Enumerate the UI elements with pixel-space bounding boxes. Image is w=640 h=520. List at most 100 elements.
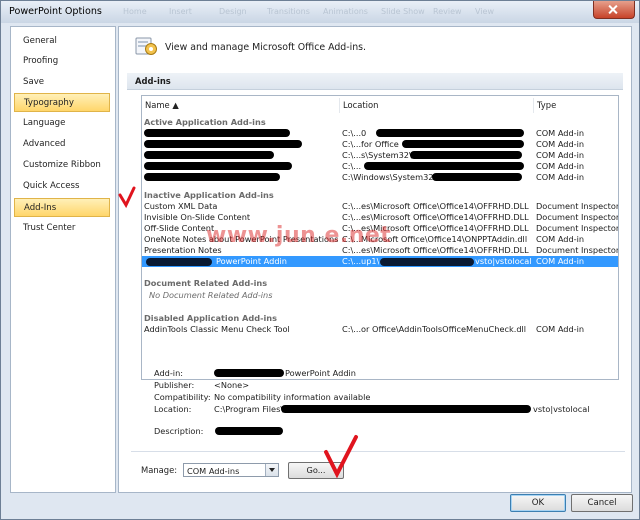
table-row[interactable]: OneNote Notes about PowerPoint Presentat…: [142, 234, 618, 245]
row-type: Document Inspector: [536, 223, 619, 233]
row-location: C:\...0: [342, 128, 367, 138]
manage-label: Manage:: [141, 465, 178, 475]
group-header-document: Document Related Add-ins: [144, 278, 268, 288]
column-header-type[interactable]: Type: [534, 98, 618, 113]
row-location: C:\...s\System32\: [342, 150, 412, 160]
close-button[interactable]: [593, 1, 635, 19]
row-type: Document Inspector: [536, 245, 619, 255]
redaction-mark: [144, 151, 274, 159]
column-header-location[interactable]: Location: [340, 98, 534, 113]
nav-item-trust-center[interactable]: Trust Center: [14, 219, 110, 238]
nav-item-proofing[interactable]: Proofing: [14, 52, 110, 71]
divider: [131, 451, 625, 452]
row-type: COM Add-in: [536, 256, 585, 266]
row-location: C:\...es\Microsoft Office\Office14\OFFRH…: [342, 245, 529, 255]
row-name: Invisible On-Slide Content: [144, 212, 251, 222]
section-title: Add-ins: [135, 76, 171, 86]
chevron-down-icon[interactable]: [265, 464, 278, 476]
table-row[interactable]: C:\...for Office COM Add-in: [142, 139, 618, 150]
redaction-mark: [432, 173, 522, 181]
table-row[interactable]: Presentation Notes C:\...es\Microsoft Of…: [142, 245, 618, 256]
redaction-mark: [376, 129, 524, 137]
group-header-active: Active Application Add-ins: [144, 117, 266, 127]
go-button[interactable]: Go...: [288, 462, 344, 479]
row-type: COM Add-in: [536, 324, 585, 334]
detail-value-location: C:\Program Files\: [214, 404, 284, 414]
row-name: PowerPoint Addin: [216, 256, 287, 266]
row-name: OneNote Notes about PowerPoint Presentat…: [144, 234, 338, 244]
nav-item-customize-ribbon[interactable]: Customize Ribbon: [14, 156, 110, 175]
redaction-mark: [144, 173, 280, 181]
nav-item-quick-access-toolbar[interactable]: Quick Access Toolbar: [14, 177, 110, 210]
ghost-tab: Animations: [323, 7, 368, 16]
redaction-mark: [146, 258, 212, 266]
ghost-tab: View: [475, 7, 494, 16]
manage-dropdown-value: COM Add-ins: [187, 466, 240, 476]
redaction-mark: [364, 162, 524, 170]
row-location: C:\...or Office\AddinToolsOfficeMenuChec…: [342, 324, 527, 334]
row-name: Custom XML Data: [144, 201, 218, 211]
detail-label-publisher: Publisher:: [154, 380, 195, 390]
table-row[interactable]: Custom XML Data C:\...es\Microsoft Offic…: [142, 201, 618, 212]
detail-value-publisher: <None>: [214, 380, 250, 390]
ghost-tab: Transitions: [267, 7, 310, 16]
manage-dropdown[interactable]: COM Add-ins: [183, 463, 279, 477]
row-location: C:\...es\Microsoft Office\Office14\OFFRH…: [342, 201, 529, 211]
nav-item-general[interactable]: General: [14, 32, 110, 51]
detail-label-location: Location:: [154, 404, 192, 414]
detail-label-description: Description:: [154, 426, 204, 436]
nav-item-save[interactable]: Save: [14, 73, 110, 92]
row-location: C:\Windows\System32\: [342, 172, 437, 182]
addins-panel: View and manage Microsoft Office Add-ins…: [118, 26, 632, 493]
row-location: C:\...for Office: [342, 139, 399, 149]
row-name: Off-Slide Content: [144, 223, 215, 233]
row-location-tail: vsto|vstolocal: [475, 256, 532, 266]
table-row[interactable]: Invisible On-Slide Content C:\...es\Micr…: [142, 212, 618, 223]
table-row[interactable]: C:\...s\System32\ COM Add-in: [142, 150, 618, 161]
addins-gear-icon: [135, 37, 157, 55]
panel-header-text: View and manage Microsoft Office Add-ins…: [165, 42, 367, 53]
row-type: COM Add-in: [536, 128, 585, 138]
detail-value-addin: PowerPoint Addin: [285, 368, 356, 378]
nav-item-language[interactable]: Language: [14, 114, 110, 133]
row-type: COM Add-in: [536, 150, 585, 160]
redaction-mark: [402, 140, 524, 148]
options-dialog: PowerPoint Options Home Insert Design Tr…: [0, 0, 640, 520]
row-type: COM Add-in: [536, 139, 585, 149]
detail-value-compatibility: No compatibility information available: [214, 392, 371, 402]
table-row-selected[interactable]: PowerPoint Addin C:\...up1\ vsto|vstoloc…: [142, 256, 618, 267]
row-type: Document Inspector: [536, 201, 619, 211]
table-row[interactable]: C:\... COM Add-in: [142, 161, 618, 172]
ok-button[interactable]: OK: [510, 494, 566, 512]
redaction-mark: [214, 369, 284, 377]
detail-value-location-tail: vsto|vstolocal: [533, 404, 590, 414]
row-location: C:\...Microsoft Office\Office14\ONPPTAdd…: [342, 234, 528, 244]
redaction-mark: [144, 162, 292, 170]
addins-list[interactable]: Name ▲ Location Type Active Application …: [141, 95, 619, 380]
nav-item-advanced[interactable]: Advanced: [14, 135, 110, 154]
cancel-button[interactable]: Cancel: [571, 494, 633, 512]
section-header: Add-ins: [127, 73, 623, 90]
row-type: COM Add-in: [536, 161, 585, 171]
ghost-tab: Design: [219, 7, 247, 16]
nav-item-add-ins[interactable]: Add-Ins: [14, 198, 110, 217]
empty-group-text: No Document Related Add-ins: [149, 290, 273, 300]
title-bar: PowerPoint Options Home Insert Design Tr…: [1, 1, 639, 23]
redaction-mark: [380, 258, 474, 266]
redaction-mark: [144, 140, 302, 148]
table-row[interactable]: C:\Windows\System32\ COM Add-in: [142, 172, 618, 183]
group-header-disabled: Disabled Application Add-ins: [144, 313, 277, 323]
table-row[interactable]: C:\...0 COM Add-in: [142, 128, 618, 139]
ghost-tab: Insert: [169, 7, 192, 16]
table-row[interactable]: AddinTools Classic Menu Check Tool C:\..…: [142, 324, 618, 335]
nav-item-typography[interactable]: Typography: [14, 93, 110, 112]
row-type: COM Add-in: [536, 172, 585, 182]
redaction-mark: [281, 405, 531, 413]
row-location: C:\...up1\: [342, 256, 380, 266]
detail-label-addin: Add-in:: [154, 368, 184, 378]
redaction-mark: [215, 427, 283, 435]
row-name: AddinTools Classic Menu Check Tool: [144, 324, 290, 334]
table-row[interactable]: Off-Slide Content C:\...es\Microsoft Off…: [142, 223, 618, 234]
column-header-name[interactable]: Name ▲: [142, 98, 340, 113]
row-location: C:\...es\Microsoft Office\Office14\OFFRH…: [342, 212, 529, 222]
